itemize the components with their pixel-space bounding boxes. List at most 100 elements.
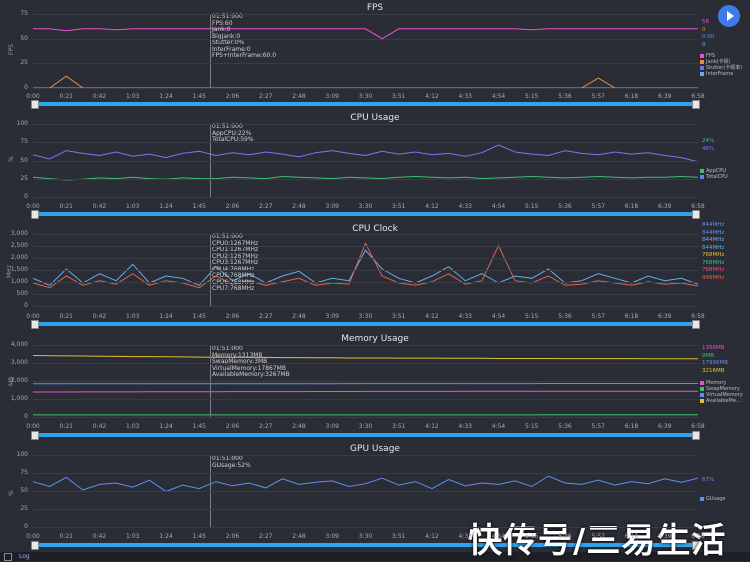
range-handle-right[interactable] <box>692 320 700 329</box>
x-tick-label: 3:51 <box>384 203 414 210</box>
cursor-line[interactable] <box>210 14 211 88</box>
y-tick-label: 0 <box>2 413 28 420</box>
range-handle-left[interactable] <box>31 320 39 329</box>
range-handle-left[interactable] <box>31 541 39 550</box>
x-tick-label: 4:33 <box>450 533 480 540</box>
y-tick-label: 500 <box>2 290 28 297</box>
y-tick-label: 0 <box>2 84 28 91</box>
x-tick-label: 5:57 <box>583 313 613 320</box>
log-toggle-icon[interactable] <box>4 553 12 561</box>
grid-line <box>33 142 698 143</box>
current-value: 67% <box>702 477 714 484</box>
grid-line <box>33 473 698 474</box>
legend-swatch <box>700 72 704 76</box>
x-tick-label: 4:33 <box>450 203 480 210</box>
x-tick-label: 0:00 <box>18 93 48 100</box>
x-tick-label: 2:27 <box>251 93 281 100</box>
x-tick-label: 6:58 <box>683 93 713 100</box>
grid-line <box>33 258 698 259</box>
memory-range-slider[interactable] <box>33 433 698 437</box>
series-line-jank- <box>33 76 698 88</box>
x-tick-label: 0:42 <box>85 423 115 430</box>
x-tick-label: 1:03 <box>118 423 148 430</box>
fps-range-slider[interactable] <box>33 102 698 106</box>
current-value: 768MHz <box>702 260 724 267</box>
x-tick-label: 4:12 <box>417 313 447 320</box>
x-tick-label: 0:00 <box>18 313 48 320</box>
grid-line <box>33 417 698 418</box>
current-value: 768MHz <box>702 252 724 259</box>
x-tick-label: 6:39 <box>650 93 680 100</box>
range-handle-right[interactable] <box>692 100 700 109</box>
cpu-usage-range-slider[interactable] <box>33 212 698 216</box>
y-tick-label: 75 <box>2 138 28 145</box>
x-tick-label: 1:45 <box>184 313 214 320</box>
cpu-clock-range-slider[interactable] <box>33 322 698 326</box>
current-value: 768MHz <box>702 267 724 274</box>
x-tick-label: 5:57 <box>583 423 613 430</box>
legend-swatch <box>700 169 704 173</box>
legend-item[interactable]: InterFrame <box>700 71 733 77</box>
x-tick-label: 5:57 <box>583 203 613 210</box>
x-tick-label: 2:27 <box>251 203 281 210</box>
legend-label: InterFrame <box>706 71 733 77</box>
x-tick-label: 1:45 <box>184 533 214 540</box>
x-tick-label: 2:06 <box>218 93 248 100</box>
legend-swatch <box>700 66 704 70</box>
x-tick-label: 3:51 <box>384 533 414 540</box>
range-handle-right[interactable] <box>692 431 700 440</box>
x-tick-label: 1:03 <box>118 313 148 320</box>
fps-unit: FPS <box>8 44 15 55</box>
y-tick-label: 25 <box>2 175 28 182</box>
x-tick-label: 0:42 <box>85 313 115 320</box>
x-tick-label: 2:48 <box>284 423 314 430</box>
log-button[interactable]: Log <box>19 553 30 560</box>
legend-item[interactable]: TotalCPU <box>700 174 728 180</box>
legend-item[interactable]: GUsage <box>700 496 725 502</box>
y-tick-label: 3,000 <box>2 359 28 366</box>
legend-swatch <box>700 393 704 397</box>
grid-line <box>33 399 698 400</box>
range-handle-left[interactable] <box>31 431 39 440</box>
x-tick-label: 3:51 <box>384 423 414 430</box>
grid-line <box>33 63 698 64</box>
x-tick-label: 6:39 <box>650 533 680 540</box>
x-tick-label: 3:09 <box>317 313 347 320</box>
range-handle-left[interactable] <box>31 100 39 109</box>
current-value: 0 <box>702 42 706 49</box>
x-tick-label: 5:36 <box>550 203 580 210</box>
x-tick-label: 0:21 <box>51 93 81 100</box>
y-tick-label: 100 <box>2 451 28 458</box>
legend-label: GUsage <box>706 496 725 502</box>
current-value: 3216MB <box>702 368 725 375</box>
grid-line <box>33 161 698 162</box>
x-tick-label: 0:21 <box>51 203 81 210</box>
grid-line <box>33 282 698 283</box>
legend-swatch <box>700 54 704 58</box>
legend-swatch <box>700 60 704 64</box>
range-handle-left[interactable] <box>31 210 39 219</box>
current-value: 999MHz <box>702 275 724 282</box>
legend-item[interactable]: AvailableMe... <box>700 398 741 404</box>
x-tick-label: 6:18 <box>617 423 647 430</box>
grid-line <box>33 197 698 198</box>
x-tick-label: 5:57 <box>583 93 613 100</box>
x-tick-label: 6:18 <box>617 93 647 100</box>
y-tick-label: 25 <box>2 505 28 512</box>
x-tick-label: 0:21 <box>51 313 81 320</box>
x-tick-label: 3:09 <box>317 203 347 210</box>
y-tick-label: 25 <box>2 59 28 66</box>
x-tick-label: 2:48 <box>284 93 314 100</box>
x-tick-label: 2:27 <box>251 423 281 430</box>
x-tick-label: 6:18 <box>617 203 647 210</box>
x-tick-label: 5:57 <box>583 533 613 540</box>
x-tick-label: 1:24 <box>151 533 181 540</box>
x-tick-label: 4:33 <box>450 313 480 320</box>
range-handle-right[interactable] <box>692 210 700 219</box>
y-tick-label: 0 <box>2 523 28 530</box>
y-tick-label: 2,000 <box>2 377 28 384</box>
x-tick-label: 0:42 <box>85 203 115 210</box>
x-tick-label: 6:18 <box>617 313 647 320</box>
x-tick-label: 1:24 <box>151 93 181 100</box>
x-tick-label: 5:36 <box>550 533 580 540</box>
